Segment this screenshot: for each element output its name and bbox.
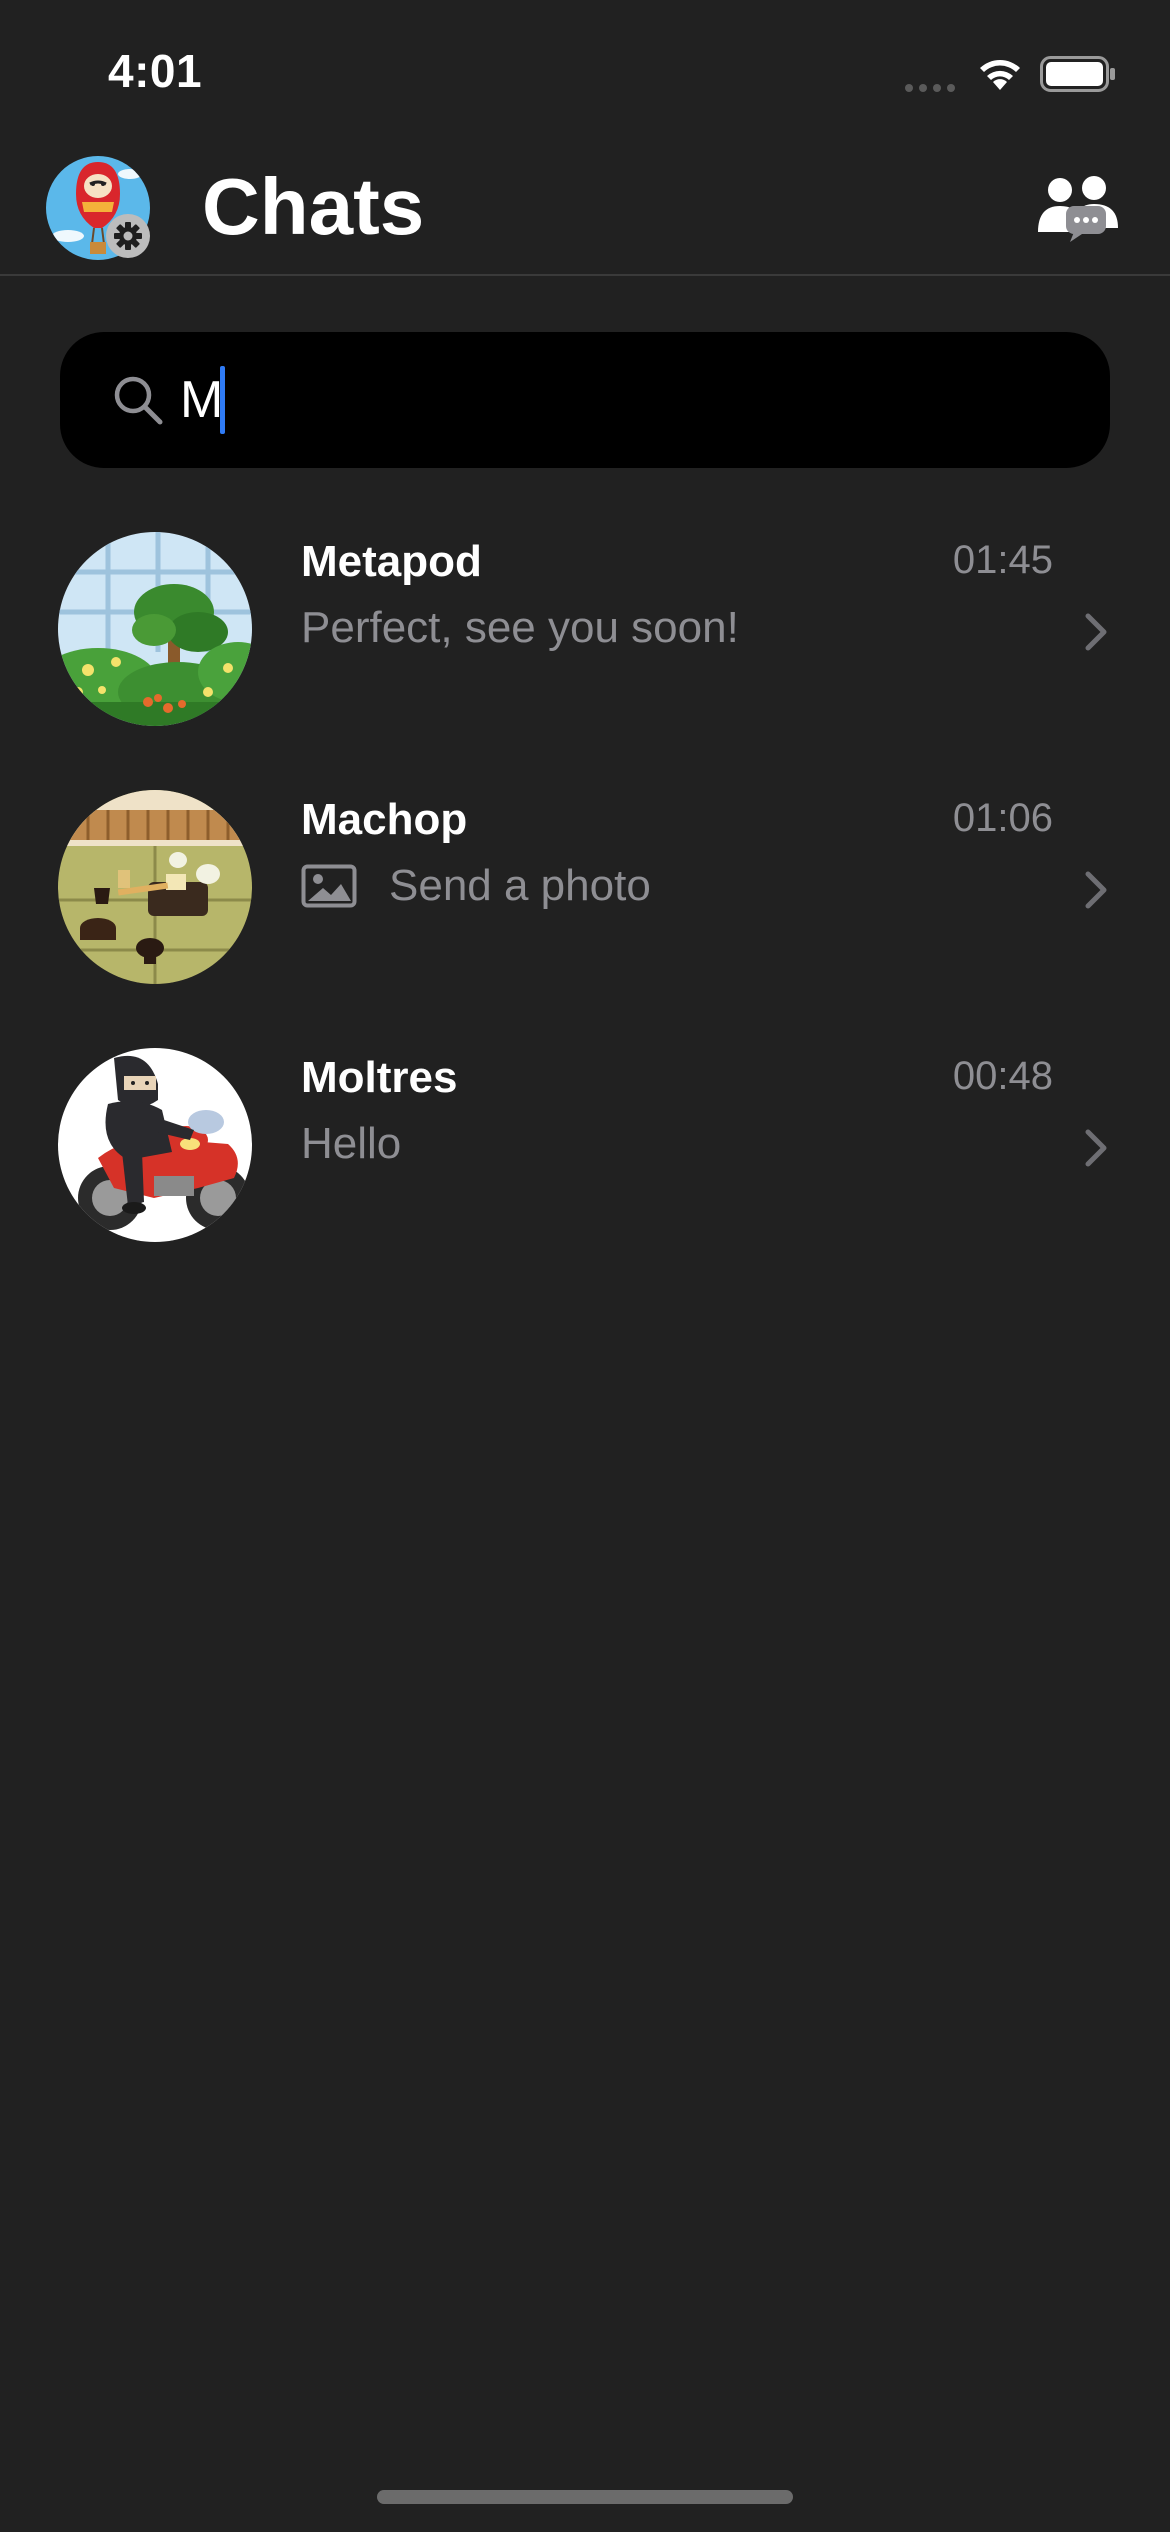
battery-icon: [1040, 56, 1115, 92]
header-bar: Chats: [0, 140, 1170, 276]
chat-list: Metapod 01:45 Perfect, see you soon! Mac…: [0, 520, 1170, 1294]
cellular-signal-icon: [905, 84, 955, 92]
home-indicator[interactable]: [377, 2490, 793, 2504]
search-input-value: M: [180, 371, 224, 429]
avatar: [58, 532, 252, 726]
chat-timestamp: 00:48: [952, 1054, 1053, 1098]
chat-timestamp: 01:06: [952, 796, 1053, 840]
chat-timestamp: 01:45: [952, 538, 1053, 582]
search-input[interactable]: M: [60, 332, 1110, 468]
photo-icon: [301, 864, 357, 908]
avatar: [58, 790, 252, 984]
profile-settings-avatar[interactable]: [46, 154, 158, 266]
chat-last-message-text: Send a photo: [389, 861, 651, 910]
search-icon: [114, 376, 163, 425]
page-title: Chats: [202, 162, 425, 251]
chevron-right-icon: [1085, 871, 1107, 909]
chat-row-metapod[interactable]: Metapod 01:45 Perfect, see you soon!: [0, 520, 1170, 778]
chevron-right-icon: [1085, 613, 1107, 651]
chat-last-message-text: Perfect, see you soon!: [301, 603, 739, 652]
chat-row-moltres[interactable]: Moltres 00:48 Hello: [0, 1036, 1170, 1294]
status-bar: 4:01: [0, 0, 1170, 140]
chat-contact-name: Machop: [301, 795, 468, 844]
chat-row-machop[interactable]: Machop 01:06 Send a photo: [0, 778, 1170, 1036]
wifi-icon: [980, 60, 1020, 90]
chat-contact-name: Moltres: [301, 1053, 458, 1102]
chat-last-message: Perfect, see you soon!: [301, 600, 739, 656]
new-group-chat-icon[interactable]: [1032, 174, 1124, 246]
chevron-right-icon: [1085, 1129, 1107, 1167]
status-time: 4:01: [108, 45, 203, 97]
text-cursor: [220, 366, 225, 434]
chat-contact-name: Metapod: [301, 537, 482, 586]
chat-last-message: Hello: [301, 1116, 401, 1172]
chat-last-message: Send a photo: [301, 858, 651, 914]
avatar: [58, 1048, 252, 1242]
chat-last-message-text: Hello: [301, 1119, 402, 1168]
